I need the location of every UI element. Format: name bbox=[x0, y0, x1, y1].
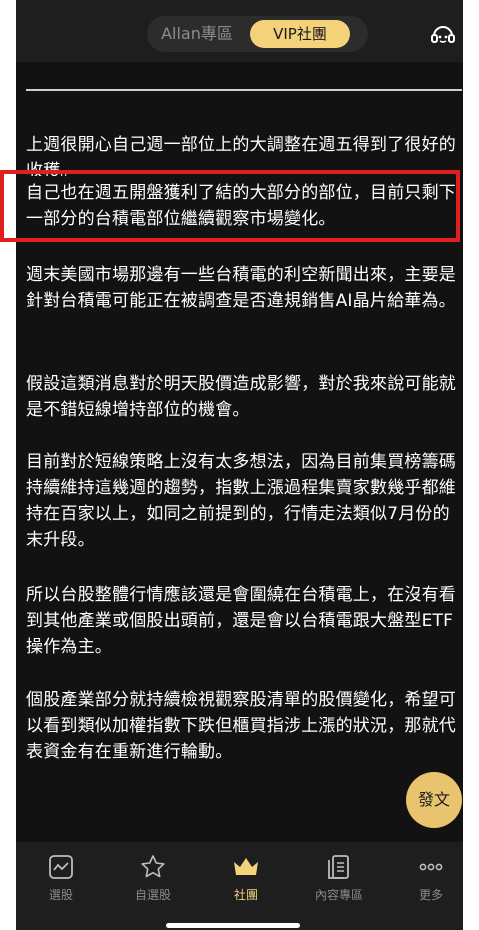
tab-allan-zone[interactable]: Allan專區 bbox=[147, 16, 247, 52]
tab-label: 內容專區 bbox=[314, 888, 363, 902]
tab-label: 社團 bbox=[233, 888, 258, 902]
post-paragraph: 週末美國市場那邊有一些台積電的利空新聞出來，主要是針對台積電可能正在被調查是否違… bbox=[26, 265, 456, 311]
tab-label: 自選股 bbox=[134, 888, 171, 902]
compose-post-button[interactable]: 發文 bbox=[406, 772, 462, 828]
tab-content-zone[interactable]: 內容專區 bbox=[294, 854, 384, 914]
tab-stock-picker[interactable]: 選股 bbox=[16, 854, 106, 914]
post-paragraph: 目前對於短線策略上沒有太多想法，因為目前集買榜籌碼持續維持這幾週的趨勢，指數上漲… bbox=[26, 452, 456, 550]
tab-label: 選股 bbox=[48, 888, 73, 902]
crown-icon bbox=[234, 858, 258, 875]
star-icon bbox=[141, 855, 165, 878]
tab-watchlist[interactable]: 自選股 bbox=[108, 854, 198, 914]
document-icon bbox=[328, 855, 349, 879]
post-paragraph: 所以台股整體行情應該還是會圍繞在台積電上，在沒有看到其他產業或個股出頭前，還是會… bbox=[26, 585, 456, 657]
tab-more[interactable]: 更多 bbox=[386, 854, 463, 914]
bottom-tab-bar: 選股 自選股 社團 內容專區 更多 bbox=[16, 842, 463, 930]
top-bar: Allan專區 VIP社團 bbox=[16, 0, 463, 62]
chart-icon bbox=[49, 855, 73, 879]
tab-club[interactable]: 社團 bbox=[201, 854, 291, 914]
customer-service-icon[interactable] bbox=[430, 22, 456, 48]
post-paragraph: 個股產業部分就持續檢視觀察股清單的股價變化，希望可以看到類似加權指數下跌但櫃買指… bbox=[26, 690, 456, 762]
more-icon bbox=[419, 863, 443, 871]
segmented-control: Allan專區 VIP社團 bbox=[147, 16, 368, 52]
highlight-box bbox=[0, 170, 460, 242]
divider bbox=[26, 89, 462, 91]
app-screen: Allan專區 VIP社團 上週很開心自己週一部位上的大調整在週五得到了很好的收… bbox=[16, 0, 463, 930]
tab-vip-club[interactable]: VIP社團 bbox=[250, 20, 350, 48]
home-indicator bbox=[166, 923, 300, 928]
tab-label: 更多 bbox=[418, 888, 443, 902]
post-paragraph: 假設這類消息對於明天股價造成影響，對於我來說可能就是不錯短線增持部位的機會。 bbox=[26, 374, 456, 420]
